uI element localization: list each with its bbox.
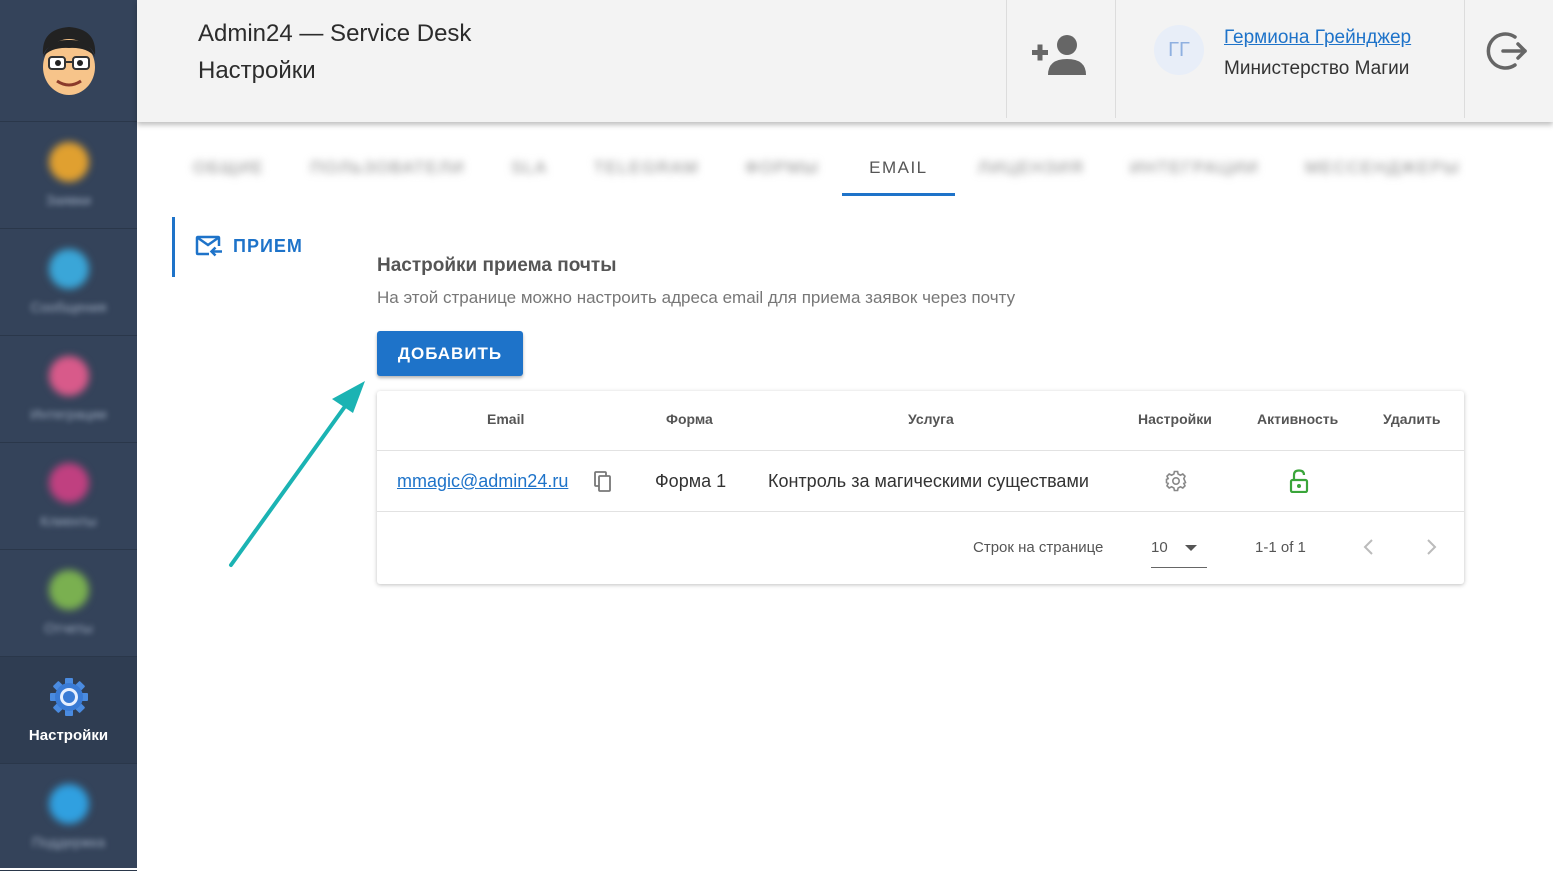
header-divider [1006,0,1007,118]
column-header-delete: Удалить [1383,411,1441,427]
tab-email[interactable]: EMAIL [842,140,955,196]
gear-icon [49,677,88,716]
header-divider [1464,0,1465,118]
section-description: На этой странице можно настроить адреса … [377,288,1016,307]
sub-nav-receive[interactable]: ПРИЕМ [172,217,322,277]
puzzle-icon [48,356,89,396]
top-header: Admin24 — Service Desk Настройки ГГ Герм… [137,0,1553,122]
form-cell: Форма 1 [655,471,727,491]
rows-per-page-label: Строк на странице [973,539,1104,556]
tab-integrations[interactable]: ИНТЕГРАЦИИ [1107,140,1282,196]
users-icon [48,463,89,503]
email-table: Email Форма Услуга Настройки Активность … [377,391,1464,584]
rows-per-page-value: 10 [1151,539,1168,556]
chevron-down-icon [1185,545,1197,551]
column-header-service[interactable]: Услуга [908,411,954,427]
sidebar-item-clients[interactable]: Клиенты [0,443,137,550]
pagination-range: 1-1 of 1 [1255,539,1306,556]
sub-nav-label: ПРИЕМ [233,235,303,256]
header-divider [1115,0,1116,118]
sidebar-item-label: Интеграции [30,406,107,422]
add-user-button[interactable] [1029,30,1089,80]
settings-gear-icon[interactable] [1165,470,1187,492]
sidebar-item-label: Отчеты [44,620,93,636]
logout-icon [1486,32,1527,70]
column-header-settings: Настройки [1138,411,1212,427]
sidebar-item-label: Клиенты [40,513,97,529]
section-title: Настройки приема почты [377,255,617,276]
sidebar-item-label: Заявки [45,192,92,208]
settings-tabs: ОБЩИЕ ПОЛЬЗОВАТЕЛИ SLA TELEGRAM ФОРМЫ EM… [170,140,1483,198]
avatar[interactable]: ГГ [1154,25,1204,75]
tab-sla[interactable]: SLA [488,140,571,196]
sidebar-item-label: Настройки [28,726,109,744]
tab-telegram[interactable]: TELEGRAM [571,140,723,196]
sidebar-item-integrations[interactable]: Интеграции [0,336,137,443]
rows-per-page-select[interactable]: 10 [1151,531,1207,568]
unlocked-icon[interactable] [1289,469,1309,493]
column-header-form[interactable]: Форма [666,411,713,427]
copy-icon[interactable] [594,471,612,493]
logo[interactable] [0,0,137,122]
logout-button[interactable] [1485,28,1531,74]
sidebar-item-requests[interactable]: Заявки [0,122,137,229]
app-title: Admin24 — Service Desk [198,20,472,47]
mail-receive-icon [195,235,222,257]
column-header-email[interactable]: Email [487,411,524,427]
next-page-icon[interactable] [1424,538,1438,556]
tab-users[interactable]: ПОЛЬЗОВАТЕЛИ [287,140,488,196]
add-user-icon [1032,35,1086,75]
divider [377,450,1464,451]
tab-forms[interactable]: ФОРМЫ [722,140,842,196]
email-link[interactable]: mmagic@admin24.ru [397,471,568,492]
divider [377,511,1464,512]
sidebar-item-label: Поддержка [31,834,106,850]
sidebar-item-support[interactable]: Поддержка [0,764,137,871]
sidebar-item-messages[interactable]: Сообщения [0,229,137,336]
sidebar-item-label: Сообщения [30,299,107,315]
add-button[interactable]: ДОБАВИТЬ [377,331,523,376]
user-name-link[interactable]: Гермиона Грейнджер [1224,27,1411,49]
avatar-face-logo-icon [42,26,95,95]
column-header-active: Активность [1257,411,1339,427]
megaphone-icon [48,142,89,182]
sidebar-item-settings[interactable]: Настройки [0,657,137,764]
support-icon [48,784,89,824]
sidebar-item-reports[interactable]: Отчеты [0,550,137,657]
prev-page-icon[interactable] [1362,538,1376,556]
user-organization: Министерство Магии [1224,58,1410,79]
tab-general[interactable]: ОБЩИЕ [170,140,287,196]
service-cell: Контроль за магическими существами [768,471,1089,491]
tab-messengers[interactable]: МЕССЕНДЖЕРЫ [1282,140,1483,196]
page-title: Настройки [198,57,316,84]
tab-license[interactable]: ЛИЦЕНЗИЯ [955,140,1107,196]
chat-bubbles-icon [48,249,89,289]
sidebar: Заявки Сообщения Интеграции Клиенты Отче… [0,0,137,871]
report-icon [48,570,89,610]
